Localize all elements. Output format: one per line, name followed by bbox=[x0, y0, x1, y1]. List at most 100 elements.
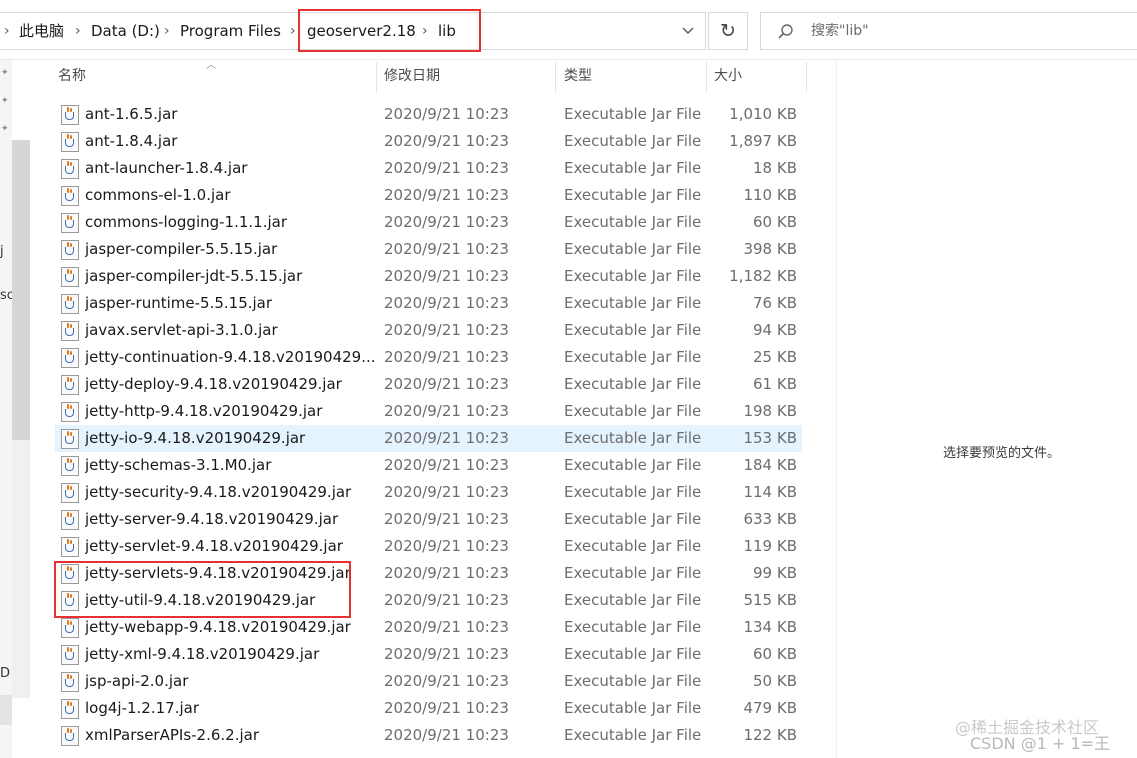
breadcrumb-this-pc[interactable]: 此电脑 bbox=[19, 13, 64, 49]
file-row[interactable]: jetty-webapp-9.4.18.v20190429.jar 2020/9/… bbox=[55, 614, 802, 641]
file-date: 2020/9/21 10:23 bbox=[384, 726, 509, 744]
column-header: ︿ 名称 修改日期 类型 大小 bbox=[34, 60, 808, 92]
breadcrumb-data-d[interactable]: Data (D:) bbox=[91, 13, 160, 49]
column-header-date[interactable]: 修改日期 bbox=[384, 60, 440, 92]
file-type: Executable Jar File bbox=[564, 429, 702, 447]
file-row[interactable]: ant-1.8.4.jar 2020/9/21 10:23 Executable J… bbox=[55, 128, 802, 155]
file-date: 2020/9/21 10:23 bbox=[384, 159, 509, 177]
navigation-lower-block bbox=[0, 695, 12, 725]
file-type: Executable Jar File bbox=[564, 726, 702, 744]
breadcrumb-separator[interactable]: › bbox=[75, 13, 81, 49]
file-date: 2020/9/21 10:23 bbox=[384, 564, 509, 582]
file-row[interactable]: jetty-io-9.4.18.v20190429.jar 2020/9/21 1… bbox=[55, 425, 802, 452]
java-jar-icon bbox=[61, 645, 79, 665]
file-row[interactable]: jetty-security-9.4.18.v20190429.jar 2020/… bbox=[55, 479, 802, 506]
file-type: Executable Jar File bbox=[564, 240, 702, 258]
column-divider[interactable] bbox=[706, 62, 707, 92]
file-row[interactable]: ant-launcher-1.8.4.jar 2020/9/21 10:23 Exe… bbox=[55, 155, 802, 182]
breadcrumb-separator[interactable]: › bbox=[164, 13, 170, 49]
file-type: Executable Jar File bbox=[564, 591, 702, 609]
file-name: jetty-server-9.4.18.v20190429.jar bbox=[85, 510, 339, 528]
refresh-icon[interactable]: ↻ bbox=[708, 12, 748, 50]
navigation-scrollbar-thumb[interactable] bbox=[12, 140, 30, 440]
file-row[interactable]: jasper-compiler-jdt-5.5.15.jar 2020/9/21 … bbox=[55, 263, 802, 290]
file-type: Executable Jar File bbox=[564, 348, 702, 366]
navigation-pane[interactable]: ✦ ✦ ✦ j sc D ( bbox=[0, 60, 19, 758]
file-size: 60 KB bbox=[753, 645, 797, 663]
file-type: Executable Jar File bbox=[564, 321, 702, 339]
file-row[interactable]: jasper-compiler-5.5.15.jar 2020/9/21 10:2… bbox=[55, 236, 802, 263]
file-row[interactable]: jasper-runtime-5.5.15.jar 2020/9/21 10:23… bbox=[55, 290, 802, 317]
file-size: 18 KB bbox=[753, 159, 797, 177]
file-row[interactable]: commons-el-1.0.jar 2020/9/21 10:23 Executa… bbox=[55, 182, 802, 209]
file-type: Executable Jar File bbox=[564, 375, 702, 393]
file-size: 114 KB bbox=[743, 483, 797, 501]
file-type: Executable Jar File bbox=[564, 186, 702, 204]
file-row[interactable]: jetty-deploy-9.4.18.v20190429.jar 2020/9/… bbox=[55, 371, 802, 398]
file-size: 398 KB bbox=[743, 240, 797, 258]
file-date: 2020/9/21 10:23 bbox=[384, 699, 509, 717]
java-jar-icon bbox=[61, 267, 79, 287]
file-name: jetty-xml-9.4.18.v20190429.jar bbox=[85, 645, 320, 663]
file-row[interactable]: jetty-schemas-3.1.M0.jar 2020/9/21 10:23 E… bbox=[55, 452, 802, 479]
pin-icon: ✦ bbox=[1, 96, 9, 106]
java-jar-icon bbox=[61, 213, 79, 233]
file-row[interactable]: jsp-api-2.0.jar 2020/9/21 10:23 Executable… bbox=[55, 668, 802, 695]
column-divider[interactable] bbox=[806, 62, 807, 92]
breadcrumb-program-files[interactable]: Program Files bbox=[180, 13, 281, 49]
file-date: 2020/9/21 10:23 bbox=[384, 537, 509, 555]
file-size: 122 KB bbox=[743, 726, 797, 744]
file-type: Executable Jar File bbox=[564, 672, 702, 690]
file-type: Executable Jar File bbox=[564, 402, 702, 420]
file-name: commons-el-1.0.jar bbox=[85, 186, 231, 204]
chevron-down-icon[interactable] bbox=[672, 13, 704, 49]
java-jar-icon bbox=[61, 348, 79, 368]
file-row[interactable]: jetty-continuation-9.4.18.v20190429.... 2… bbox=[55, 344, 802, 371]
preview-pane-divider[interactable] bbox=[836, 60, 837, 758]
file-date: 2020/9/21 10:23 bbox=[384, 672, 509, 690]
file-row[interactable]: jetty-server-9.4.18.v20190429.jar 2020/9/… bbox=[55, 506, 802, 533]
column-header-name[interactable]: 名称 bbox=[58, 60, 86, 92]
file-name: jasper-compiler-5.5.15.jar bbox=[85, 240, 278, 258]
file-size: 1,010 KB bbox=[729, 105, 797, 123]
java-jar-icon bbox=[61, 618, 79, 638]
file-type: Executable Jar File bbox=[564, 564, 702, 582]
java-jar-icon bbox=[61, 402, 79, 422]
file-row[interactable]: xmlParserAPIs-2.6.2.jar 2020/9/21 10:23 Ex… bbox=[55, 722, 802, 749]
breadcrumb-separator: › bbox=[4, 23, 10, 39]
file-row[interactable]: commons-logging-1.1.1.jar 2020/9/21 10:23… bbox=[55, 209, 802, 236]
file-name: jasper-runtime-5.5.15.jar bbox=[85, 294, 273, 312]
file-size: 184 KB bbox=[743, 456, 797, 474]
breadcrumb-separator[interactable]: › bbox=[290, 13, 296, 49]
file-size: 60 KB bbox=[753, 213, 797, 231]
file-date: 2020/9/21 10:23 bbox=[384, 321, 509, 339]
java-jar-icon bbox=[61, 699, 79, 719]
file-name: jetty-http-9.4.18.v20190429.jar bbox=[85, 402, 323, 420]
file-size: 1,897 KB bbox=[729, 132, 797, 150]
file-row[interactable]: ant-1.6.5.jar 2020/9/21 10:23 Executable J… bbox=[55, 101, 802, 128]
file-size: 198 KB bbox=[743, 402, 797, 420]
file-size: 76 KB bbox=[753, 294, 797, 312]
column-divider[interactable] bbox=[376, 62, 377, 92]
file-size: 25 KB bbox=[753, 348, 797, 366]
search-input[interactable]: 搜索"lib" bbox=[760, 12, 1137, 50]
file-size: 1,182 KB bbox=[729, 267, 797, 285]
column-header-size[interactable]: 大小 bbox=[714, 60, 742, 92]
pin-icon: ✦ bbox=[1, 124, 9, 134]
file-size: 515 KB bbox=[743, 591, 797, 609]
file-row[interactable]: javax.servlet-api-3.1.0.jar 2020/9/21 10:… bbox=[55, 317, 802, 344]
file-row[interactable]: log4j-1.2.17.jar 2020/9/21 10:23 Executabl… bbox=[55, 695, 802, 722]
address-bar-region: › 此电脑 › Data (D:) › Program Files › geos… bbox=[0, 0, 1137, 60]
file-date: 2020/9/21 10:23 bbox=[384, 456, 509, 474]
file-size: 479 KB bbox=[743, 699, 797, 717]
nav-item-fragment[interactable]: j bbox=[0, 244, 4, 259]
java-jar-icon bbox=[61, 726, 79, 746]
file-size: 99 KB bbox=[753, 564, 797, 582]
file-row[interactable]: jetty-xml-9.4.18.v20190429.jar 2020/9/21 … bbox=[55, 641, 802, 668]
file-date: 2020/9/21 10:23 bbox=[384, 105, 509, 123]
column-header-type[interactable]: 类型 bbox=[564, 60, 592, 92]
file-name: jetty-deploy-9.4.18.v20190429.jar bbox=[85, 375, 342, 393]
column-divider[interactable] bbox=[555, 62, 556, 92]
file-row[interactable]: jetty-http-9.4.18.v20190429.jar 2020/9/21… bbox=[55, 398, 802, 425]
file-row[interactable]: jetty-servlet-9.4.18.v20190429.jar 2020/9… bbox=[55, 533, 802, 560]
